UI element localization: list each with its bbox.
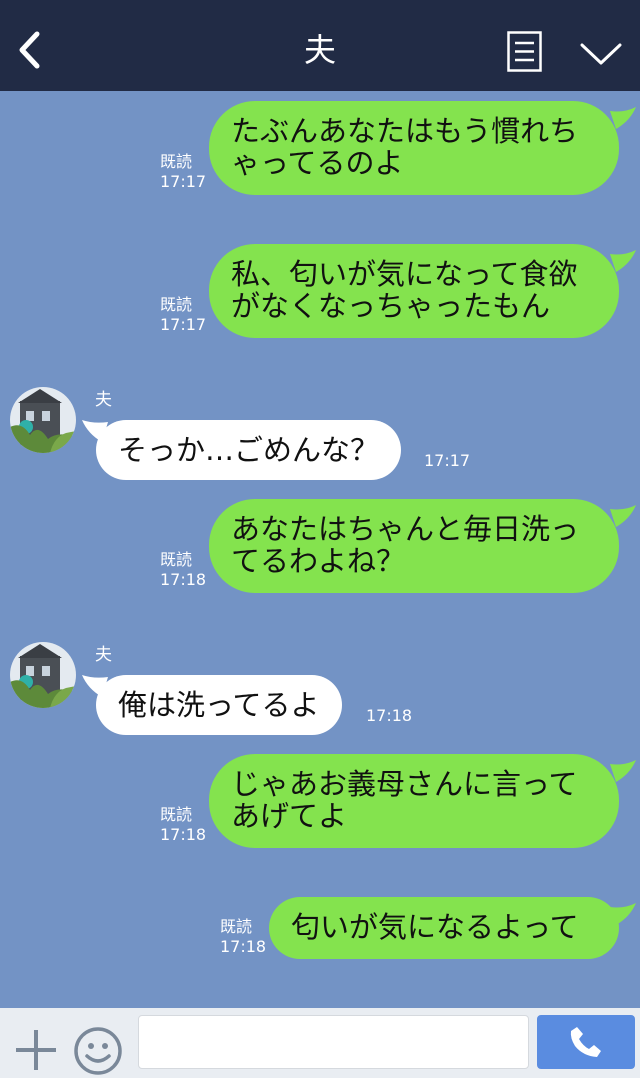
message-bubble[interactable]: あなたはちゃんと毎日洗っ てるわよね？ (209, 499, 636, 593)
message-line: 私、匂いが気になって食欲 (231, 257, 578, 291)
message-line: あなたはちゃんと毎日洗っ (231, 512, 580, 546)
message-meta: 既読 17:17 (160, 152, 206, 192)
message-bubble[interactable]: そっか…ごめんな？ (82, 420, 402, 480)
phone-icon (570, 1027, 601, 1057)
message-time: 17:17 (424, 451, 471, 470)
read-receipt: 既読 (160, 295, 193, 314)
message-text: 俺は洗ってるよ (118, 688, 320, 722)
message-input-bar (0, 1008, 640, 1078)
avatar-photo-icon (10, 387, 76, 453)
message-time: 17:18 (220, 937, 267, 956)
read-receipt: 既読 (160, 805, 193, 824)
message-time: 17:17 (160, 315, 207, 334)
avatar[interactable] (10, 387, 76, 453)
message-meta: 既読 17:18 (220, 917, 266, 957)
message-bubble[interactable]: 私、匂いが気になって食欲 がなくなっちゃったもん (209, 244, 636, 338)
sender-name: 夫 (95, 645, 112, 665)
avatar-photo-icon (10, 642, 76, 708)
message-line: てるわよね？ (231, 544, 406, 578)
message-bubble[interactable]: 俺は洗ってるよ (82, 675, 342, 735)
message-line: たぶんあなたはもう慣れち (231, 114, 579, 148)
message-line: 匂いが気になるよって (291, 910, 579, 944)
plus-icon[interactable] (14, 1028, 58, 1072)
message-bubble[interactable]: たぶんあなたはもう慣れち ゃってるのよ (209, 101, 636, 195)
menu-list-icon[interactable] (507, 31, 542, 72)
message-meta: 既読 17:18 (160, 550, 206, 590)
read-receipt: 既読 (160, 152, 193, 171)
message-meta: 既読 17:17 (160, 295, 206, 335)
message-time: 17:18 (160, 825, 207, 844)
message-bubble[interactable]: 匂いが気になるよって (269, 897, 636, 959)
message-text: そっか…ごめんな？ (118, 433, 380, 467)
chat-area[interactable]: 既読 17:17 たぶんあなたはもう慣れち ゃってるのよ 既読 17:17 私、… (0, 91, 640, 1008)
message-line: ゃってるのよ (231, 146, 404, 180)
chat-header: 夫 (0, 0, 640, 91)
chevron-down-icon[interactable] (580, 42, 622, 66)
sender-name: 夫 (95, 390, 112, 410)
call-button[interactable] (537, 1015, 635, 1069)
message-input[interactable] (138, 1015, 529, 1069)
message-bubble[interactable]: じゃあお義母さんに言って あげてよ (209, 754, 636, 848)
read-receipt: 既読 (160, 550, 193, 569)
message-line: じゃあお義母さんに言って (231, 767, 578, 801)
smiley-icon[interactable] (73, 1026, 123, 1076)
message-meta: 既読 17:18 (160, 805, 206, 845)
message-line: あげてよ (231, 799, 348, 833)
avatar[interactable] (10, 642, 76, 708)
message-time: 17:17 (160, 172, 207, 191)
chat-title: 夫 (303, 31, 336, 69)
read-receipt: 既読 (220, 917, 253, 936)
message-time: 17:18 (366, 706, 413, 725)
message-time: 17:18 (160, 570, 207, 589)
message-line: がなくなっちゃったもん (231, 289, 551, 323)
